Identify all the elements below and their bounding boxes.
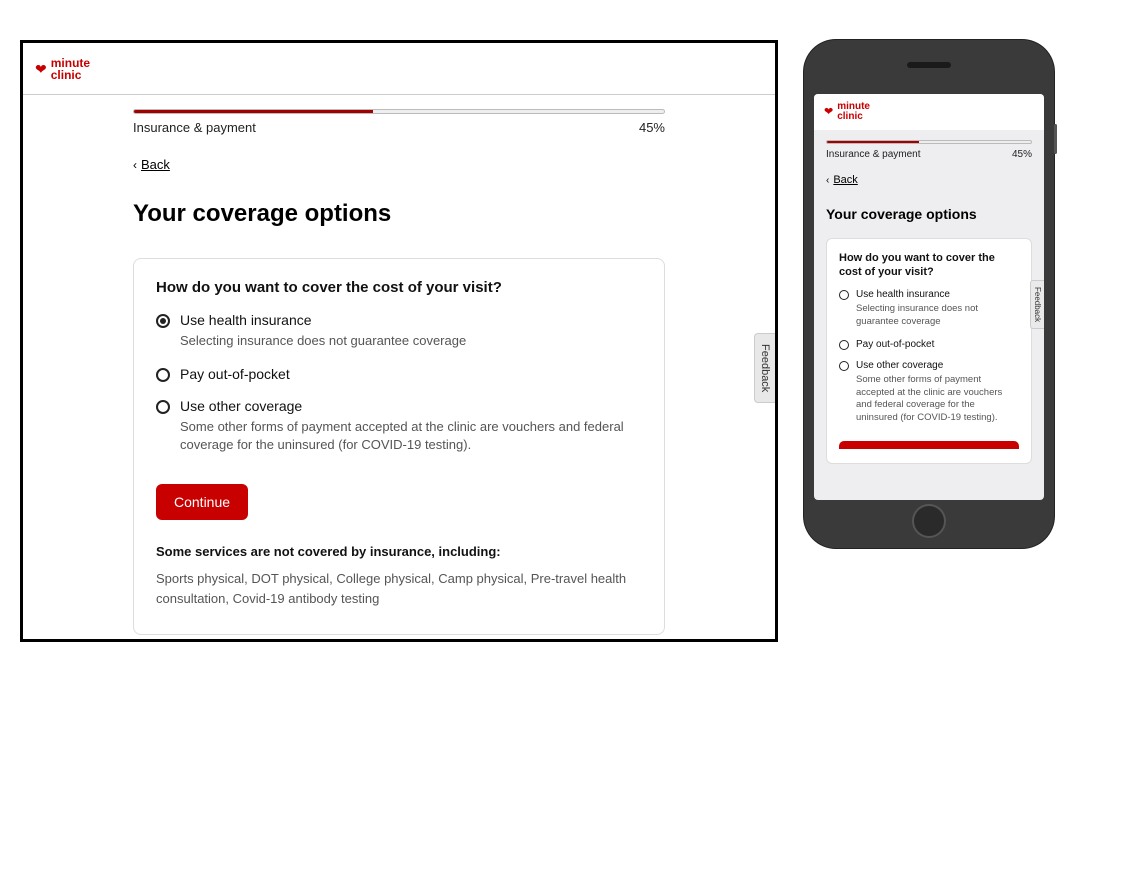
radio-label: Use health insurance: [856, 289, 1019, 300]
phone-speaker: [907, 62, 951, 68]
brand-text: minuteclinic: [51, 57, 90, 81]
brand-text: minuteclinic: [837, 102, 870, 122]
main-content-mobile: Insurance & payment 45% ‹ Back Your cove…: [814, 130, 1044, 500]
progress-percent-label: 45%: [639, 120, 665, 135]
back-link-label: Back: [833, 174, 857, 186]
radio-indicator: [156, 314, 170, 328]
progress-labels: Insurance & payment 45%: [133, 120, 665, 135]
radio-indicator: [156, 368, 170, 382]
progress-bar: [133, 109, 665, 114]
progress-fill: [134, 110, 373, 113]
radio-subtext: Selecting insurance does not guarantee c…: [180, 332, 642, 350]
chevron-left-icon: ‹: [133, 158, 137, 172]
back-link-label: Back: [141, 157, 170, 172]
radio-indicator: [839, 290, 849, 300]
coverage-option-health-insurance[interactable]: Use health insurance Selecting insurance…: [156, 312, 642, 350]
coverage-option-out-of-pocket[interactable]: Pay out-of-pocket: [156, 366, 642, 382]
coverage-option-health-insurance[interactable]: Use health insurance Selecting insurance…: [839, 289, 1019, 329]
back-link[interactable]: ‹ Back: [133, 157, 170, 172]
feedback-tab[interactable]: Feedback: [1030, 280, 1044, 329]
card-question: How do you want to cover the cost of you…: [839, 251, 1019, 280]
radio-label: Pay out-of-pocket: [180, 366, 642, 382]
coverage-option-out-of-pocket[interactable]: Pay out-of-pocket: [839, 339, 1019, 350]
card-question: How do you want to cover the cost of you…: [156, 279, 642, 296]
desktop-viewport: ❤ minuteclinic Insurance & payment 45% ‹…: [20, 40, 778, 642]
radio-subtext: Some other forms of payment accepted at …: [856, 374, 1019, 425]
radio-subtext: Some other forms of payment accepted at …: [180, 418, 642, 454]
app-header: ❤ minuteclinic: [23, 43, 775, 95]
radio-label: Use other coverage: [856, 360, 1019, 371]
radio-subtext: Selecting insurance does not guarantee c…: [856, 303, 1019, 329]
radio-indicator: [839, 340, 849, 350]
progress-labels: Insurance & payment 45%: [826, 149, 1032, 160]
chevron-left-icon: ‹: [826, 175, 829, 186]
brand-logo: ❤ minuteclinic: [35, 57, 90, 81]
radio-label: Use other coverage: [180, 398, 642, 414]
continue-button[interactable]: Continue: [156, 484, 248, 520]
radio-indicator: [156, 400, 170, 414]
radio-label: Pay out-of-pocket: [856, 339, 1019, 350]
back-link[interactable]: ‹ Back: [826, 174, 858, 186]
progress-fill: [827, 141, 919, 143]
phone-home-button: [912, 504, 946, 538]
progress-bar: [826, 140, 1032, 144]
progress-percent-label: 45%: [1012, 149, 1032, 160]
app-header-mobile: ❤ minuteclinic: [814, 94, 1044, 130]
page-title: Your coverage options: [826, 206, 1032, 222]
heart-icon: ❤: [824, 107, 833, 118]
phone-screen: ❤ minuteclinic Insurance & payment 45% ‹…: [814, 94, 1044, 500]
coverage-option-other[interactable]: Use other coverage Some other forms of p…: [156, 398, 642, 454]
radio-label: Use health insurance: [180, 312, 642, 328]
page-title: Your coverage options: [133, 200, 665, 228]
phone-side-button: [1054, 124, 1057, 154]
main-content: Insurance & payment 45% ‹ Back Your cove…: [23, 95, 775, 639]
heart-icon: ❤: [35, 62, 47, 76]
progress-section-label: Insurance & payment: [826, 149, 921, 160]
feedback-tab[interactable]: Feedback: [754, 333, 775, 403]
progress-section-label: Insurance & payment: [133, 120, 256, 135]
brand-logo-mobile: ❤ minuteclinic: [824, 102, 1034, 122]
coverage-card: How do you want to cover the cost of you…: [133, 258, 665, 636]
radio-indicator: [839, 361, 849, 371]
phone-mockup: ❤ minuteclinic Insurance & payment 45% ‹…: [804, 40, 1054, 548]
coverage-card: How do you want to cover the cost of you…: [826, 238, 1032, 464]
coverage-option-other[interactable]: Use other coverage Some other forms of p…: [839, 360, 1019, 425]
disclaimer-body: Sports physical, DOT physical, College p…: [156, 569, 642, 608]
disclaimer-heading: Some services are not covered by insuran…: [156, 544, 642, 559]
continue-button-peek[interactable]: [839, 441, 1019, 449]
